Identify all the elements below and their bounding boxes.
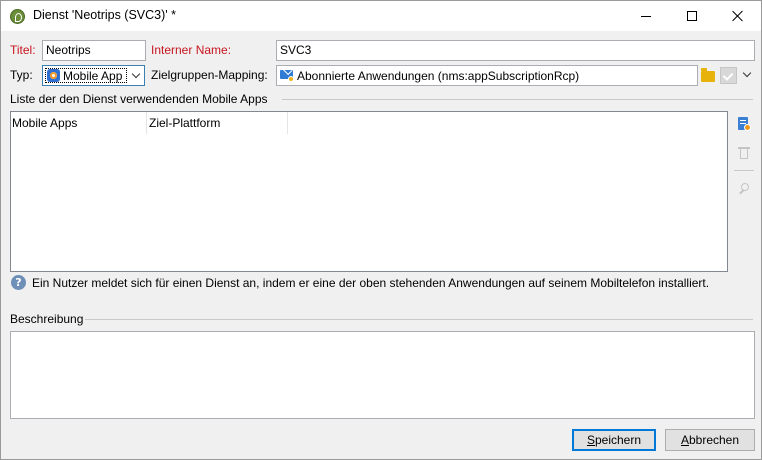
service-dialog-window: Dienst 'Neotrips (SVC3)' * Titel: Neotri…	[0, 0, 762, 460]
type-dropdown-arrow[interactable]	[128, 66, 144, 85]
cancel-button[interactable]: Abbrechen	[665, 429, 755, 451]
close-icon	[732, 10, 744, 22]
maximize-icon	[687, 11, 697, 21]
close-button[interactable]	[715, 1, 761, 31]
detail-search-icon[interactable]	[736, 181, 752, 197]
toolbar-separator	[734, 170, 754, 171]
column-separator[interactable]	[146, 112, 147, 134]
mobile-apps-list[interactable]: Mobile Apps Ziel-Plattform	[10, 111, 728, 272]
cancel-mnemonic: A	[680, 433, 689, 447]
mapping-input[interactable]: Abonnierte Anwendungen (nms:appSubscript…	[276, 65, 698, 86]
folder-icon[interactable]	[701, 68, 715, 82]
help-text: Ein Nutzer meldet sich für einen Dienst …	[32, 276, 710, 290]
subscription-envelope-icon	[280, 69, 294, 82]
dialog-body: Titel: Neotrips Interner Name: SVC3 Typ:…	[1, 31, 761, 459]
mapping-value: Abonnierte Anwendungen (nms:appSubscript…	[297, 69, 580, 83]
mapping-dropdown[interactable]	[739, 65, 755, 86]
section-divider	[85, 319, 753, 320]
title-bar[interactable]: Dienst 'Neotrips (SVC3)' *	[1, 1, 761, 31]
column-header-mobile-apps[interactable]: Mobile Apps	[12, 116, 77, 130]
chevron-down-icon	[131, 69, 141, 79]
mapping-label: Zielgruppen-Mapping:	[151, 68, 268, 82]
help-icon: ?	[11, 275, 26, 290]
title-input[interactable]: Neotrips	[42, 40, 146, 61]
edit-link-button[interactable]	[720, 67, 737, 84]
mobile-app-icon	[47, 69, 60, 82]
minimize-button[interactable]	[623, 1, 669, 31]
cancel-label-rest: bbrechen	[688, 433, 740, 447]
internal-name-input[interactable]: SVC3	[276, 40, 755, 61]
maximize-button[interactable]	[669, 1, 715, 31]
description-textarea[interactable]	[10, 331, 755, 419]
app-logo-icon	[10, 9, 25, 24]
save-button[interactable]: Speichern	[572, 429, 656, 451]
mapping-dropdown-arrow[interactable]	[739, 65, 755, 84]
type-label: Typ:	[10, 68, 33, 82]
type-select-value: Mobile App	[63, 69, 123, 83]
section-divider	[282, 99, 753, 100]
save-label-rest: peichern	[594, 433, 642, 447]
internal-name-label: Interner Name:	[151, 43, 232, 57]
type-select[interactable]: Mobile App	[42, 65, 145, 86]
save-mnemonic: S	[586, 433, 595, 447]
window-title: Dienst 'Neotrips (SVC3)' *	[33, 8, 177, 22]
title-label: Titel:	[10, 43, 36, 57]
minimize-icon	[641, 15, 651, 17]
description-heading: Beschreibung	[10, 312, 84, 326]
column-header-target-platform[interactable]: Ziel-Plattform	[149, 116, 220, 130]
delete-icon[interactable]	[736, 145, 752, 161]
new-icon[interactable]	[736, 116, 752, 132]
column-separator[interactable]	[287, 112, 288, 134]
chevron-down-icon	[742, 68, 752, 78]
apps-section-heading: Liste der den Dienst verwendenden Mobile…	[10, 92, 268, 106]
